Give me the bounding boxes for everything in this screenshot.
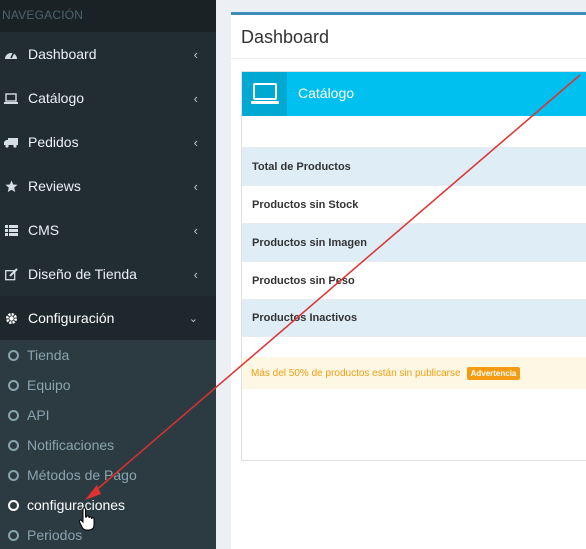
sidebar-item-label: Reviews	[28, 178, 81, 194]
dashboard-icon	[4, 47, 18, 61]
sidebar-item-pedidos[interactable]: Pedidos ‹	[0, 120, 216, 164]
sidebar-item-label: Configuración	[28, 310, 115, 326]
list-icon	[4, 223, 18, 237]
chevron-down-icon: ⌄	[188, 313, 198, 325]
stat-label: Productos Inactivos	[252, 312, 358, 324]
chevron-left-icon: ‹	[193, 91, 198, 106]
sidebar-item-label: Catálogo	[28, 90, 85, 106]
edit-icon	[4, 267, 18, 281]
submenu-item-tienda[interactable]: Tienda	[0, 340, 216, 370]
sidebar-item-label: Pedidos	[28, 134, 79, 150]
laptop-icon	[242, 72, 287, 116]
chevron-left-icon: ‹	[193, 223, 198, 238]
sidebar-item-cms[interactable]: CMS ‹	[0, 208, 216, 252]
stat-row-total-productos[interactable]: Total de Productos	[242, 147, 586, 185]
submenu-item-label: configuraciones	[27, 497, 126, 513]
sidebar-item-label: Dashboard	[28, 46, 97, 62]
submenu-item-metodos-de-pago[interactable]: Métodos de Pago	[0, 460, 216, 490]
submenu-item-equipo[interactable]: Equipo	[0, 370, 216, 400]
sidebar-item-label: CMS	[28, 222, 60, 238]
nav-header: NAVEGACIÓN	[0, 0, 216, 32]
submenu-item-periodos[interactable]: Periodos	[0, 520, 216, 549]
stat-row-sin-imagen[interactable]: Productos sin Imagen	[242, 223, 586, 261]
submenu-item-label: Métodos de Pago	[27, 467, 137, 483]
submenu-item-label: Equipo	[27, 377, 71, 393]
divider	[231, 58, 586, 59]
circle-icon	[8, 349, 19, 361]
sidebar: NAVEGACIÓN Dashboard ‹ Catálogo ‹ Pedido…	[0, 0, 216, 549]
configuracion-submenu: Tienda Equipo API Notificaciones Métodos…	[0, 340, 216, 549]
sidebar-item-catalogo[interactable]: Catálogo ‹	[0, 76, 216, 120]
chevron-left-icon: ‹	[193, 267, 198, 282]
stat-row-sin-peso[interactable]: Productos sin Peso	[242, 261, 586, 299]
submenu-item-configuraciones[interactable]: configuraciones	[0, 490, 216, 520]
stat-label: Productos sin Stock	[252, 198, 359, 211]
catalog-widget: Catálogo Total de Productos Productos si…	[241, 71, 586, 461]
submenu-item-notificaciones[interactable]: Notificaciones	[0, 430, 216, 460]
chevron-left-icon: ‹	[193, 135, 198, 150]
warning-text: Más del 50% de productos están sin publi…	[251, 367, 461, 379]
truck-icon	[4, 135, 18, 149]
laptop-icon	[4, 91, 18, 105]
submenu-item-api[interactable]: API	[0, 400, 216, 430]
sidebar-item-dashboard[interactable]: Dashboard ‹	[0, 32, 216, 76]
sidebar-item-reviews[interactable]: Reviews ‹	[0, 164, 216, 208]
submenu-item-label: API	[27, 407, 50, 423]
circle-icon	[8, 409, 19, 421]
submenu-item-label: Periodos	[27, 527, 83, 543]
submenu-item-label: Tienda	[27, 347, 70, 363]
widget-header: Catálogo	[242, 72, 586, 116]
warning-alert: Más del 50% de productos están sin publi…	[242, 357, 586, 389]
warning-badge: Advertencia	[466, 366, 521, 380]
sidebar-item-configuracion[interactable]: Configuración ⌄	[0, 296, 216, 340]
dashboard-box: Dashboard Catálogo Total de Productos Pr…	[231, 12, 586, 549]
widget-title: Catálogo	[298, 85, 355, 101]
stat-label: Productos sin Peso	[252, 274, 355, 287]
stat-row-sin-stock[interactable]: Productos sin Stock	[242, 185, 586, 223]
sidebar-item-label: Diseño de Tienda	[28, 266, 137, 282]
gear-icon	[4, 311, 18, 325]
hand-cursor-icon	[78, 507, 95, 531]
circle-icon	[8, 439, 19, 451]
circle-icon	[8, 379, 19, 391]
sidebar-item-diseno-de-tienda[interactable]: Diseño de Tienda ‹	[0, 252, 216, 296]
stat-label: Productos sin Imagen	[252, 236, 367, 249]
circle-icon	[8, 469, 19, 481]
circle-icon	[8, 499, 19, 511]
stat-row-inactivos[interactable]: Productos Inactivos	[242, 299, 586, 337]
star-icon	[4, 179, 18, 193]
submenu-item-label: Notificaciones	[27, 437, 115, 453]
chevron-left-icon: ‹	[193, 179, 198, 194]
stat-label: Total de Productos	[252, 160, 351, 173]
page-title: Dashboard	[241, 27, 330, 47]
chevron-left-icon: ‹	[193, 47, 198, 62]
main-content: Dashboard Catálogo Total de Productos Pr…	[216, 0, 586, 549]
circle-icon	[8, 529, 19, 541]
